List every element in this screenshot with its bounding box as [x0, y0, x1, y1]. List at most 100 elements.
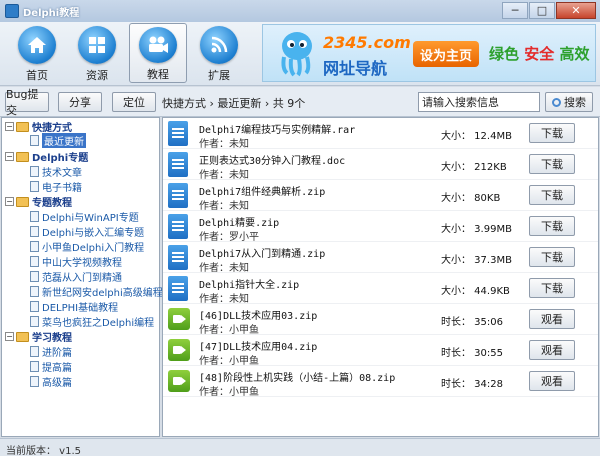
set-homepage-button[interactable]: 设为主页	[413, 41, 479, 67]
collapse-icon[interactable]: −	[5, 152, 14, 161]
list-item[interactable]: [46]DLL技术应用03.zip 作者：小甲鱼 时长： 35:06 观看	[163, 304, 598, 336]
tree-item[interactable]: 小甲鱼Delphi入门教程	[30, 239, 144, 254]
item-duration: 时长： 34:28	[441, 379, 503, 390]
item-author: 作者：未知	[199, 263, 249, 274]
download-button[interactable]: 下载	[529, 216, 575, 236]
list-item[interactable]: Delphi7编程技巧与实例精解.rar 作者：未知 大小： 12.4MB 下载	[163, 118, 598, 150]
wifi-icon	[200, 26, 238, 64]
list-item[interactable]: 正则表达式30分钟入门教程.doc 作者：未知 大小： 212KB 下载	[163, 149, 598, 181]
item-author: 作者：未知	[199, 201, 249, 212]
document-icon	[30, 226, 39, 237]
item-duration: 时长： 35:06	[441, 317, 503, 328]
document-icon	[30, 135, 39, 146]
action-bar: Bug提交 分享 定位 快捷方式 › 最近更新 › 共 9个 搜索	[0, 87, 600, 117]
document-icon	[30, 316, 39, 327]
tree-category-learning[interactable]: − 学习教程	[5, 329, 72, 344]
list-item[interactable]: Delphi7从入门到精通.zip 作者：未知 大小： 37.3MB 下载	[163, 242, 598, 274]
document-icon	[30, 256, 39, 267]
list-item[interactable]: Delphi7组件经典解析.zip 作者：未知 大小： 80KB 下载	[163, 180, 598, 212]
close-button[interactable]: ✕	[556, 2, 596, 19]
toolbar-resources-button[interactable]: 资源	[68, 23, 126, 83]
item-title: Delphi7从入门到精通.zip	[199, 249, 326, 260]
ad-banner[interactable]: 2345.com 网址导航 设为主页 绿色 安全 高效	[262, 24, 596, 82]
tree-label: Delphi与嵌入汇编专题	[42, 228, 145, 239]
tree-item[interactable]: 电子书籍	[30, 179, 82, 194]
version-text: 当前版本： v1.5	[6, 446, 81, 456]
search-icon	[552, 97, 561, 107]
tree-item[interactable]: Delphi与WinAPI专题	[30, 209, 139, 224]
share-button[interactable]: 分享	[58, 92, 102, 112]
minimize-button[interactable]: ─	[502, 2, 528, 19]
document-icon	[30, 211, 39, 222]
tree-item[interactable]: 菜鸟也疯狂之Delphi编程	[30, 314, 154, 329]
list-item[interactable]: [47]DLL技术应用04.zip 作者：小甲鱼 时长： 30:55 观看	[163, 335, 598, 367]
item-size: 大小： 80KB	[441, 193, 501, 204]
document-icon	[30, 241, 39, 252]
tree-category-delphi[interactable]: − Delphi专题	[5, 149, 88, 164]
tree-category-tutorials[interactable]: − 专题教程	[5, 194, 72, 209]
tree-item-recent[interactable]: 最近更新	[30, 133, 86, 148]
folder-icon	[16, 151, 29, 162]
maximize-button[interactable]: □	[529, 2, 555, 19]
tree-item[interactable]: 进阶篇	[30, 344, 72, 359]
item-size: 大小： 212KB	[441, 162, 507, 173]
collapse-icon[interactable]: −	[5, 197, 14, 206]
tree-label: 学习教程	[32, 333, 72, 344]
video-icon	[168, 308, 190, 330]
item-size: 大小： 44.9KB	[441, 286, 510, 297]
watch-button[interactable]: 观看	[529, 371, 575, 391]
item-author: 作者：未知	[199, 170, 249, 181]
list-item[interactable]: Delphi精要.zip 作者：罗小平 大小： 3.99MB 下载	[163, 211, 598, 243]
list-item[interactable]: [48]阶段性上机实践（小结-上篇）08.zip 作者：小甲鱼 时长： 34:2…	[163, 366, 598, 398]
collapse-icon[interactable]: −	[5, 122, 14, 131]
tree-item[interactable]: 高级篇	[30, 374, 72, 389]
camera-icon	[139, 27, 177, 63]
item-title: Delphi指针大全.zip	[199, 280, 300, 291]
search-button[interactable]: 搜索	[545, 92, 593, 112]
banner-subtitle: 网址导航	[323, 59, 388, 78]
tree-item[interactable]: 技术文章	[30, 164, 82, 179]
tree-label: Delphi专题	[32, 153, 89, 164]
search-input[interactable]	[418, 92, 540, 112]
download-button[interactable]: 下载	[529, 154, 575, 174]
tree-category-shortcuts[interactable]: − 快捷方式	[5, 119, 72, 134]
window-controls: ─ □ ✕	[501, 2, 596, 19]
document-icon	[168, 121, 188, 146]
item-size: 大小： 3.99MB	[441, 224, 512, 235]
tree-label: 专题教程	[32, 198, 72, 209]
search-button-label: 搜索	[564, 96, 586, 109]
download-button[interactable]: 下载	[529, 247, 575, 267]
download-button[interactable]: 下载	[529, 278, 575, 298]
tree-label: 小甲鱼Delphi入门教程	[42, 243, 145, 254]
home-icon	[18, 26, 56, 64]
category-tree[interactable]: − 快捷方式 最近更新 − Delphi专题 技术文章 电子书籍 − 专题教程 Del…	[1, 117, 163, 437]
bug-report-button[interactable]: Bug提交	[5, 88, 49, 117]
video-icon	[168, 370, 190, 392]
tree-item[interactable]: Delphi与嵌入汇编专题	[30, 224, 144, 239]
list-item[interactable]: Delphi指针大全.zip 作者：未知 大小： 44.9KB 下载	[163, 273, 598, 305]
tree-label: DELPHI基础教程	[42, 303, 119, 314]
tree-item[interactable]: 中山大学视频教程	[30, 254, 122, 269]
tree-item[interactable]: DELPHI基础教程	[30, 299, 118, 314]
tree-item[interactable]: 范磊从入门到精通	[30, 269, 122, 284]
watch-button[interactable]: 观看	[529, 340, 575, 360]
download-button[interactable]: 下载	[529, 185, 575, 205]
grid-icon	[78, 26, 116, 64]
collapse-icon[interactable]: −	[5, 332, 14, 341]
tree-label: Delphi与WinAPI专题	[42, 213, 139, 224]
item-author: 作者：小甲鱼	[199, 325, 259, 336]
toolbar-extend-button[interactable]: 扩展	[190, 23, 248, 83]
locate-button[interactable]: 定位	[112, 92, 156, 112]
status-bar: 当前版本： v1.5	[0, 438, 600, 456]
tree-item[interactable]: 新世纪网安delphi高级编程	[30, 284, 163, 299]
tree-item[interactable]: 提高篇	[30, 359, 72, 374]
toolbar-tutorial-button[interactable]: 教程	[129, 23, 187, 83]
tree-label: 高级篇	[42, 378, 72, 389]
banner-tag: 安全	[524, 45, 555, 63]
watch-button[interactable]: 观看	[529, 309, 575, 329]
document-icon	[168, 183, 188, 208]
download-button[interactable]: 下载	[529, 123, 575, 143]
toolbar-home-button[interactable]: 首页	[8, 23, 66, 83]
tree-label: 进阶篇	[42, 348, 72, 359]
folder-icon	[16, 196, 29, 207]
